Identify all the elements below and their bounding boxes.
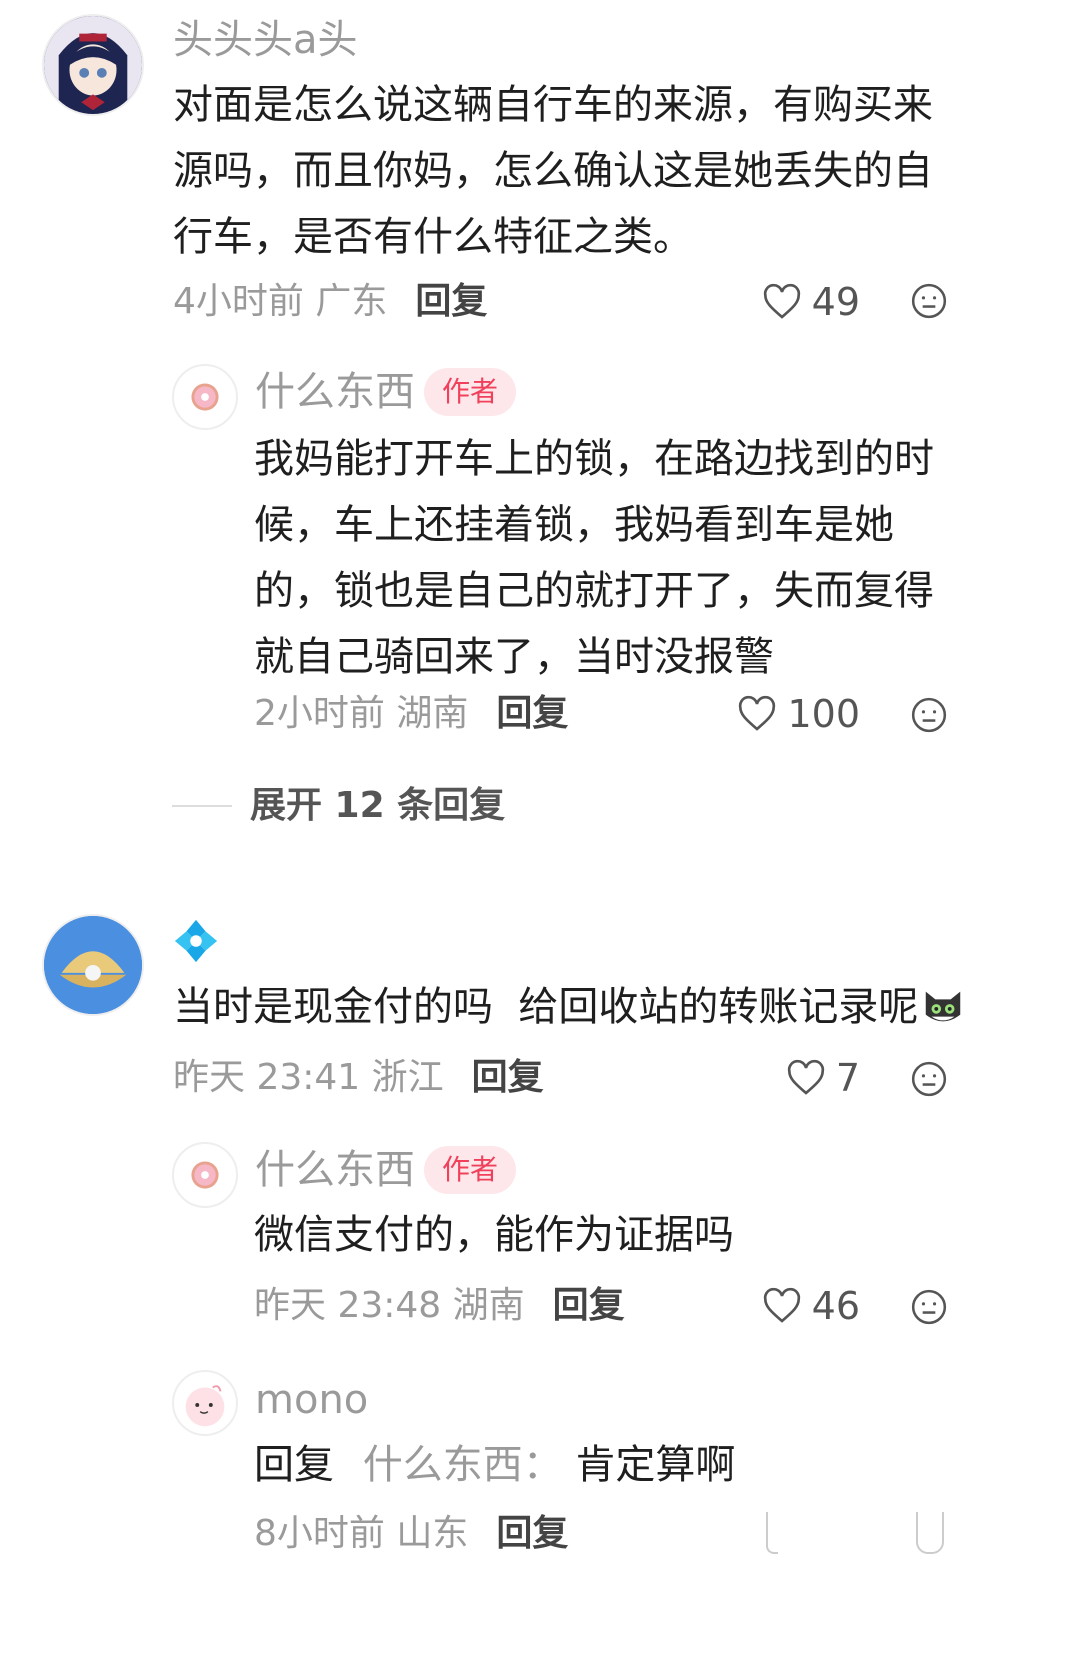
neutral-face-icon	[911, 1289, 947, 1325]
reply-button[interactable]: 回复	[472, 1056, 544, 1100]
like-count: 46	[811, 1284, 860, 1328]
avatar[interactable]	[42, 914, 144, 1016]
like-count: 100	[787, 692, 860, 736]
reply-to-username[interactable]: 什么东西：	[363, 1442, 563, 1488]
reply-prefix: 回复	[254, 1442, 334, 1488]
username[interactable]: 头头头a头	[173, 16, 358, 64]
like-button[interactable]: 100	[737, 692, 860, 736]
timestamp-location: 2小时前 湖南	[254, 693, 469, 734]
pearl-shell-icon	[44, 916, 142, 1014]
comment-meta-row: 8小时前 山东 回复	[254, 1512, 568, 1556]
dislike-button[interactable]	[910, 282, 948, 324]
avatar-anime-girl-icon	[44, 16, 142, 114]
like-button[interactable]: 7	[786, 1056, 860, 1100]
username[interactable]: mono	[255, 1376, 368, 1424]
cat-emoji-icon	[926, 991, 961, 1022]
donut-icon	[191, 383, 219, 411]
timestamp-location: 8小时前 山东	[254, 1513, 469, 1554]
heart-icon	[787, 1059, 824, 1095]
reply-button[interactable]: 回复	[496, 1512, 568, 1556]
neutral-face-icon	[911, 283, 947, 319]
diamond-icon	[174, 919, 218, 963]
timestamp-location: 4小时前 广东	[173, 281, 388, 322]
timestamp-location: 昨天 23:41 浙江	[173, 1057, 444, 1098]
reply-button[interactable]: 回复	[553, 1284, 625, 1328]
username[interactable]: 什么东西	[255, 1146, 415, 1194]
comment-meta-row: 昨天 23:48 湖南 回复	[254, 1284, 625, 1328]
like-button[interactable]: 49	[762, 280, 860, 324]
like-count: 7	[835, 1056, 860, 1100]
comment-meta-row: 2小时前 湖南 回复	[254, 692, 568, 736]
author-badge: 作者	[424, 368, 517, 416]
reply-button[interactable]: 回复	[415, 280, 487, 324]
comment-text-row: 当时是现金付的吗 给回收站的转账记录呢	[173, 974, 966, 1040]
heart-icon	[763, 283, 800, 319]
dislike-button[interactable]	[910, 1288, 948, 1330]
reply-button[interactable]: 回复	[496, 692, 568, 736]
username[interactable]: 什么东西	[255, 368, 415, 416]
pink-blob-icon	[185, 1385, 225, 1427]
username-diamond-icon[interactable]	[173, 918, 219, 968]
author-badge: 作者	[424, 1146, 517, 1194]
comment-text: 肯定算啊	[575, 1442, 736, 1488]
expand-replies-label: 展开 12 条回复	[250, 785, 506, 826]
comment-text-row: 回复 什么东西： 肯定算啊	[254, 1432, 735, 1498]
donut-icon	[191, 1161, 219, 1189]
timestamp-location: 昨天 23:48 湖南	[254, 1285, 525, 1326]
avatar[interactable]	[172, 1370, 238, 1436]
comment-text: 对面是怎么说这辆自行车的来源，有购买来源吗，而且你妈，怎么确认这是她丢失的自行车…	[173, 82, 933, 260]
comment-text: 微信支付的，能作为证据吗	[254, 1212, 734, 1258]
avatar[interactable]	[42, 14, 144, 116]
like-button[interactable]: 46	[762, 1284, 860, 1328]
comment-meta-row: 昨天 23:41 浙江 回复	[173, 1056, 544, 1100]
neutral-face-icon	[911, 697, 947, 733]
dislike-button[interactable]	[910, 1060, 948, 1102]
comment-text: 我妈能打开车上的锁，在路边找到的时候，车上还挂着锁，我妈看到车是她的，锁也是自己…	[254, 436, 934, 680]
neutral-face-icon	[911, 1061, 947, 1097]
avatar[interactable]	[172, 364, 238, 430]
comment-meta-row: 4小时前 广东 回复	[173, 280, 487, 324]
dislike-button[interactable]	[910, 696, 948, 738]
comment-text: 当时是现金付的吗 给回收站的转账记录呢	[173, 984, 919, 1030]
like-count: 49	[811, 280, 860, 324]
expand-replies-button[interactable]: 展开 12 条回复	[172, 784, 505, 828]
heart-icon	[739, 695, 776, 731]
divider	[172, 805, 232, 807]
dislike-button-partial[interactable]	[916, 1512, 944, 1554]
like-button-partial[interactable]	[766, 1512, 778, 1554]
heart-icon	[763, 1287, 800, 1323]
avatar[interactable]	[172, 1142, 238, 1208]
